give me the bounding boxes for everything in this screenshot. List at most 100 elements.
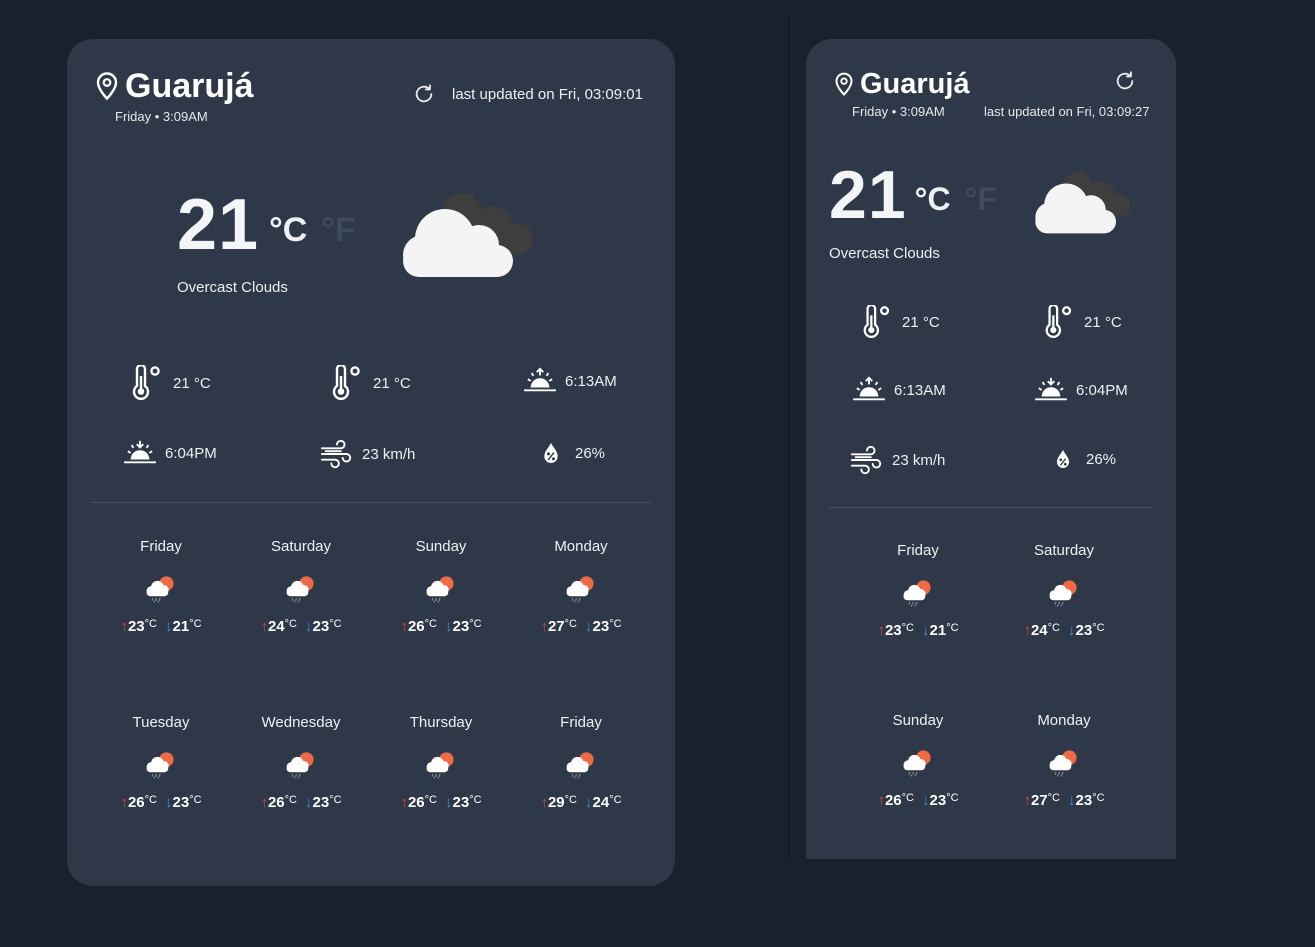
thermometer-icon (860, 305, 894, 339)
forecast-temps: ↑24°C ↓23°C (1004, 622, 1124, 639)
arrow-down-icon: ↓ (1068, 622, 1076, 639)
forecast-day-name: Tuesday (132, 714, 190, 731)
forecast-day-name: Friday (140, 538, 182, 555)
thermometer-icon (329, 365, 365, 401)
stat-sunrise: 6:13AM (852, 376, 946, 404)
location-header: Guarujá (95, 67, 253, 106)
stat-humidity-value: 26% (575, 444, 606, 462)
arrow-up-icon: ↑ (260, 794, 268, 811)
forecast-max: 26 (884, 792, 902, 809)
condition-text: Overcast Clouds (177, 279, 288, 296)
arrow-up-icon: ↑ (260, 618, 268, 635)
forecast-max: 24 (1030, 622, 1048, 639)
unit-fahrenheit-toggle[interactable]: °F (965, 181, 997, 218)
stat-temperature: 21 °C (329, 365, 411, 401)
stat-wind-value: 23 km/h (362, 445, 416, 463)
forecast-max: 29 (547, 794, 565, 811)
overcast-clouds-icon (393, 187, 543, 287)
stat-temperature-value: 21 °C (373, 374, 411, 392)
refresh-button[interactable] (413, 83, 435, 110)
forecast-min: 24 (592, 794, 610, 811)
rain-cloud-sun-icon (143, 574, 179, 604)
temperature-value: 21 (829, 157, 907, 233)
humidity-icon (541, 441, 561, 465)
unit-fahrenheit-toggle[interactable]: °F (321, 211, 355, 250)
forecast-min: 23 (452, 618, 470, 635)
sunset-icon (1034, 376, 1068, 404)
stat-temperature: 21 °C (1042, 305, 1122, 339)
forecast-min: 21 (172, 618, 190, 635)
forecast-temps: ↑26°C ↓23°C (241, 794, 361, 811)
forecast-unit: °C (901, 622, 914, 634)
forecast-unit: °C (144, 794, 157, 806)
arrow-up-icon: ↑ (120, 618, 128, 635)
forecast-min: 23 (1075, 792, 1093, 809)
forecast-max: 26 (407, 618, 425, 635)
forecast-day: Wednesday ↑26°C ↓23°C (241, 714, 361, 811)
stat-feels-like-value: 21 °C (173, 374, 211, 392)
arrow-down-icon: ↓ (165, 618, 173, 635)
city-name: Guarujá (125, 67, 254, 105)
sunrise-icon (523, 367, 557, 395)
sunset-icon (123, 439, 157, 467)
forecast-unit: °C (469, 618, 482, 630)
forecast-day-name: Saturday (1033, 542, 1095, 559)
forecast-day: Sunday ↑26°C ↓23°C (381, 538, 501, 635)
rain-cloud-sun-icon (283, 574, 319, 604)
stat-feels-like: 21 °C (860, 305, 940, 339)
unit-celsius-toggle[interactable]: °C (915, 181, 951, 218)
forecast-max: 27 (547, 618, 565, 635)
wind-icon (320, 439, 354, 469)
forecast-day: Saturday ↑24°C ↓23°C (241, 538, 361, 635)
rain-cloud-sun-icon (1046, 748, 1082, 778)
arrow-up-icon: ↑ (540, 794, 548, 811)
forecast-unit: °C (329, 618, 342, 630)
forecast-unit: °C (564, 618, 577, 630)
forecast-temps: ↑26°C ↓23°C (381, 794, 501, 811)
forecast-unit: °C (609, 794, 622, 806)
arrow-up-icon: ↑ (120, 794, 128, 811)
stat-sunset: 6:04PM (123, 439, 217, 467)
forecast-unit: °C (1092, 792, 1105, 804)
forecast-temps: ↑29°C ↓24°C (521, 794, 641, 811)
sunrise-icon (852, 376, 886, 404)
refresh-icon (1114, 70, 1136, 92)
stat-wind-value: 23 km/h (892, 451, 946, 469)
wind-icon (850, 445, 884, 475)
forecast-min: 23 (452, 794, 470, 811)
panel-divider (788, 16, 790, 858)
stat-sunrise-value: 6:13AM (565, 372, 617, 390)
rain-cloud-sun-icon (1046, 578, 1082, 608)
rain-cloud-sun-icon (900, 578, 936, 608)
forecast-unit: °C (424, 618, 437, 630)
forecast-day-name: Sunday (415, 538, 467, 555)
last-updated: last updated on Fri, 03:09:27 (984, 104, 1150, 119)
arrow-down-icon: ↓ (922, 622, 930, 639)
refresh-button[interactable] (1114, 70, 1136, 97)
forecast-unit: °C (284, 794, 297, 806)
stat-wind: 23 km/h (320, 439, 415, 469)
forecast-min: 23 (929, 792, 947, 809)
forecast-unit: °C (284, 618, 297, 630)
unit-celsius-toggle[interactable]: °C (269, 211, 307, 250)
forecast-min: 23 (1075, 622, 1093, 639)
forecast-unit: °C (901, 792, 914, 804)
forecast-temps: ↑26°C ↓23°C (858, 792, 978, 809)
rain-cloud-sun-icon (143, 750, 179, 780)
forecast-day-name: Sunday (892, 712, 944, 729)
forecast-day: Sunday ↑26°C ↓23°C (858, 712, 978, 809)
forecast-day-name: Friday (897, 542, 939, 559)
forecast-min: 21 (929, 622, 947, 639)
section-divider (91, 502, 651, 503)
forecast-unit: °C (424, 794, 437, 806)
forecast-day: Saturday ↑24°C ↓23°C (1004, 542, 1124, 639)
forecast-day: Tuesday ↑26°C ↓23°C (101, 714, 221, 811)
current-temperature: 21 °C °F (829, 161, 997, 229)
thermometer-icon (1042, 305, 1076, 339)
forecast-min: 23 (172, 794, 190, 811)
forecast-unit: °C (144, 618, 157, 630)
arrow-up-icon: ↑ (877, 792, 885, 809)
forecast-day: Thursday ↑26°C ↓23°C (381, 714, 501, 811)
rain-cloud-sun-icon (900, 748, 936, 778)
forecast-temps: ↑27°C ↓23°C (1004, 792, 1124, 809)
